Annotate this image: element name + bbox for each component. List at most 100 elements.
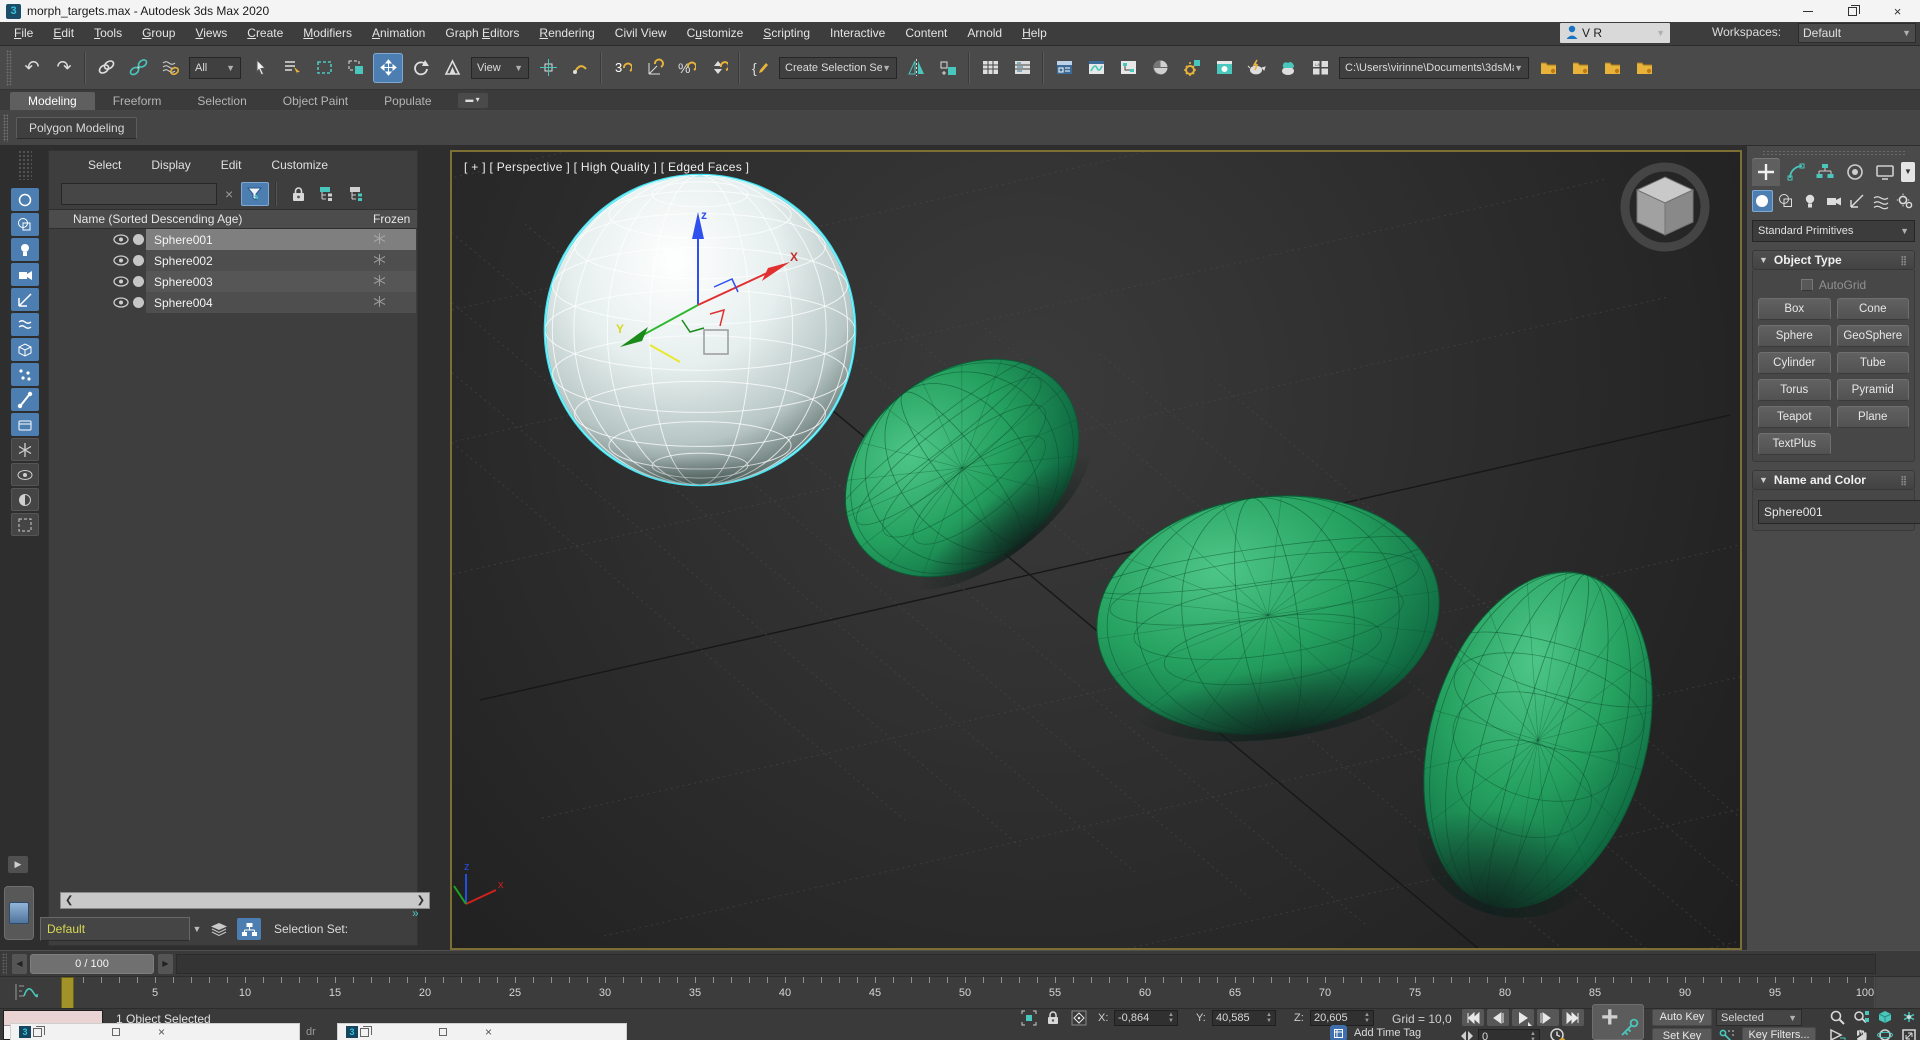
textplus-button[interactable]: TextPlus bbox=[1758, 433, 1831, 455]
menu-tools[interactable]: Tools bbox=[84, 22, 132, 45]
current-frame-field[interactable]: 0▲▼ bbox=[1478, 1029, 1540, 1040]
panel-overflow-icon[interactable]: ▼ bbox=[1901, 162, 1915, 182]
rectangular-selection-region-icon[interactable] bbox=[309, 53, 339, 83]
play-button[interactable] bbox=[1512, 1009, 1534, 1026]
frozen-toggle[interactable] bbox=[374, 296, 385, 310]
go-to-end-button[interactable] bbox=[1562, 1009, 1584, 1026]
previous-frame-button[interactable] bbox=[1487, 1009, 1509, 1026]
helpers-category-icon[interactable] bbox=[1847, 190, 1868, 212]
name-color-rollout-header[interactable]: ▼ Name and Color ⣿ bbox=[1752, 470, 1915, 490]
named-selection-dropdown[interactable]: Default bbox=[40, 917, 190, 941]
tube-button[interactable]: Tube bbox=[1837, 352, 1910, 374]
toolbar-grip[interactable] bbox=[6, 50, 12, 86]
project-folder-dropdown[interactable]: C:\Users\virinne\Documents\3dsMax▼ bbox=[1339, 57, 1529, 79]
z-coord-field[interactable]: 20,605▲▼ bbox=[1310, 1010, 1374, 1026]
display-bones-icon[interactable] bbox=[11, 388, 39, 411]
explorer-search-input[interactable] bbox=[61, 183, 217, 205]
torus-button[interactable]: Torus bbox=[1758, 379, 1831, 401]
key-filters-button[interactable]: Key Filters... bbox=[1742, 1027, 1816, 1040]
menu-content[interactable]: Content bbox=[895, 22, 957, 45]
time-tag-icon[interactable] bbox=[1330, 1025, 1347, 1040]
display-particles-icon[interactable] bbox=[11, 363, 39, 386]
clear-search-icon[interactable]: × bbox=[225, 186, 233, 202]
time-slider-grip[interactable] bbox=[2, 953, 7, 975]
ribbon-grip[interactable] bbox=[3, 114, 8, 142]
tab-object-paint[interactable]: Object Paint bbox=[265, 92, 366, 110]
x-coord-field[interactable]: -0,864▲▼ bbox=[1114, 1010, 1178, 1026]
object-name[interactable]: Sphere003 bbox=[154, 275, 213, 289]
toggle-scene-explorer-icon[interactable] bbox=[975, 53, 1005, 83]
display-frozen-icon[interactable] bbox=[11, 438, 39, 461]
tab-populate[interactable]: Populate bbox=[366, 92, 449, 110]
asset-library-icon[interactable]: LA bbox=[1305, 53, 1335, 83]
project-folder-settings-icon[interactable] bbox=[1533, 53, 1563, 83]
mirror-icon[interactable] bbox=[901, 53, 931, 83]
menu-customize[interactable]: Customize bbox=[677, 22, 754, 45]
cone-button[interactable]: Cone bbox=[1837, 298, 1910, 320]
object-name-input[interactable] bbox=[1758, 500, 1920, 524]
frozen-toggle[interactable] bbox=[374, 233, 385, 247]
time-configuration-icon[interactable] bbox=[1548, 1027, 1566, 1040]
y-coord-field[interactable]: 40,585▲▼ bbox=[1212, 1010, 1276, 1026]
display-all-icon[interactable] bbox=[11, 188, 39, 211]
restore-button[interactable] bbox=[1830, 0, 1875, 22]
project-structure-icon[interactable] bbox=[1597, 53, 1627, 83]
named-selection-set-dropdown[interactable]: Create Selection Se▼ bbox=[779, 57, 897, 79]
table-row[interactable]: Sphere004 bbox=[49, 292, 417, 313]
selection-lock-icon[interactable] bbox=[1044, 1010, 1062, 1026]
zoom-extents-all-icon[interactable] bbox=[1898, 1009, 1919, 1025]
account-chip[interactable]: V R ▼ bbox=[1560, 23, 1670, 43]
display-hidden-icon[interactable] bbox=[11, 463, 39, 486]
pyramid-button[interactable]: Pyramid bbox=[1837, 379, 1910, 401]
new-project-folder-icon[interactable] bbox=[1565, 53, 1595, 83]
window-crossing-icon[interactable] bbox=[341, 53, 371, 83]
table-row[interactable]: Sphere002 bbox=[49, 250, 417, 271]
polygon-modeling-button[interactable]: Polygon Modeling bbox=[16, 117, 137, 139]
shapes-category-icon[interactable] bbox=[1776, 190, 1797, 212]
menu-animation[interactable]: Animation bbox=[362, 22, 435, 45]
menu-scripting[interactable]: Scripting bbox=[753, 22, 820, 45]
menu-interactive[interactable]: Interactive bbox=[820, 22, 895, 45]
column-name[interactable]: Name (Sorted Descending Age) bbox=[49, 212, 242, 226]
doc-close-icon[interactable]: × bbox=[485, 1025, 492, 1039]
bind-to-space-warp-icon[interactable] bbox=[155, 53, 185, 83]
cylinder-button[interactable]: Cylinder bbox=[1758, 352, 1831, 374]
viewport-layout-button[interactable] bbox=[4, 886, 34, 940]
next-frame-button[interactable] bbox=[1537, 1009, 1559, 1026]
add-time-tag-label[interactable]: Add Time Tag bbox=[1354, 1027, 1421, 1039]
object-type-rollout-header[interactable]: ▼ Object Type ⣿ bbox=[1752, 250, 1915, 270]
display-children-button[interactable] bbox=[237, 918, 261, 940]
select-object-icon[interactable] bbox=[245, 53, 275, 83]
unlink-selection-icon[interactable] bbox=[123, 53, 153, 83]
menu-graph-editors[interactable]: Graph Editors bbox=[435, 22, 529, 45]
taskbar-window[interactable]: 3 × bbox=[10, 1023, 300, 1040]
rendered-frame-window-icon[interactable] bbox=[1209, 53, 1239, 83]
menu-arnold[interactable]: Arnold bbox=[957, 22, 1012, 45]
collapse-all-button[interactable] bbox=[346, 183, 370, 205]
maximize-viewport-icon[interactable] bbox=[1898, 1027, 1919, 1040]
display-helpers-icon[interactable] bbox=[11, 288, 39, 311]
spinner-snap-icon[interactable] bbox=[703, 53, 733, 83]
hierarchy-tab-icon[interactable] bbox=[1812, 158, 1840, 186]
box-button[interactable]: Box bbox=[1758, 298, 1831, 320]
new-key-mode-icon[interactable] bbox=[1718, 1028, 1736, 1040]
set-keys-button[interactable]: + bbox=[1592, 1004, 1644, 1040]
command-panel-grip[interactable] bbox=[1762, 150, 1905, 155]
taskbar-window[interactable]: 3 × bbox=[337, 1023, 627, 1040]
motion-tab-icon[interactable] bbox=[1841, 158, 1869, 186]
key-selection-dropdown[interactable]: Selected ▼ bbox=[1716, 1009, 1802, 1026]
time-slider-track[interactable] bbox=[176, 954, 1876, 974]
absolute-offset-toggle-icon[interactable] bbox=[1070, 1010, 1088, 1026]
lights-category-icon[interactable] bbox=[1799, 190, 1820, 212]
menu-views[interactable]: Views bbox=[185, 22, 237, 45]
display-containers-icon[interactable] bbox=[11, 413, 39, 436]
select-and-rotate-icon[interactable] bbox=[405, 53, 435, 83]
tab-modeling[interactable]: Modeling bbox=[10, 92, 95, 110]
menu-civil-view[interactable]: Civil View bbox=[605, 22, 677, 45]
viewport-label[interactable]: [ + ] [ Perspective ] [ High Quality ] [… bbox=[464, 160, 749, 174]
zoom-icon[interactable] bbox=[1826, 1009, 1847, 1025]
redo-icon[interactable]: ↷ bbox=[49, 53, 79, 83]
go-to-start-button[interactable] bbox=[1462, 1009, 1484, 1026]
selection-region-status-icon[interactable] bbox=[1020, 1010, 1038, 1026]
time-slider-handle[interactable]: 0 / 100 bbox=[30, 954, 154, 974]
